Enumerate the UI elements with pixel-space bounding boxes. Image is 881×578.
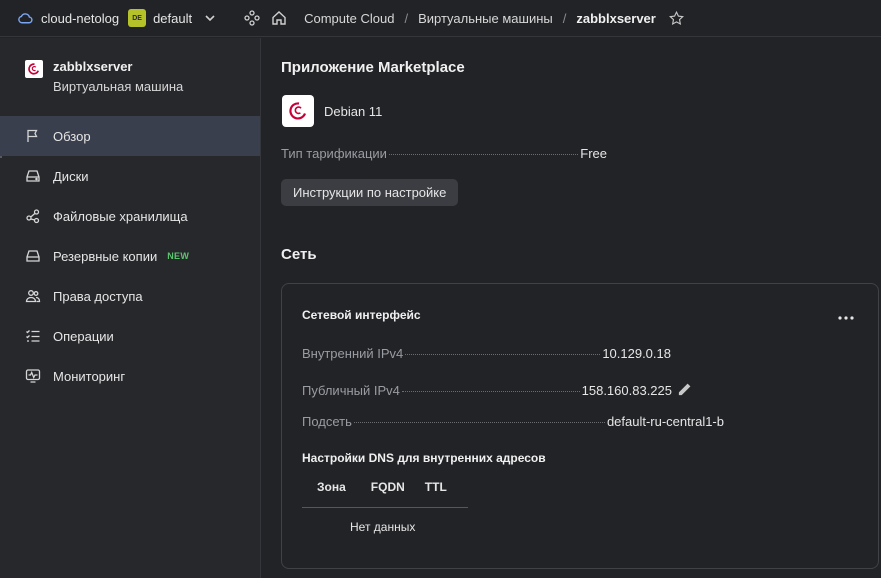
- more-dots-icon: [838, 316, 854, 320]
- network-section-title: Сеть: [281, 246, 317, 263]
- dns-table-header: Зона FQDN TTL: [302, 480, 468, 508]
- public-ip-label: Публичный IPv4: [302, 383, 400, 398]
- breadcrumb-compute-cloud[interactable]: Compute Cloud: [304, 11, 394, 26]
- subnet-link[interactable]: default-ru-central1-b: [607, 414, 724, 429]
- sidebar-item-monitoring[interactable]: Мониторинг: [0, 356, 260, 396]
- sidebar-item-operations[interactable]: Операции: [0, 316, 260, 356]
- sidebar-item-label: Файловые хранилища: [53, 208, 188, 224]
- column-fqdn: FQDN: [370, 480, 405, 494]
- debian-logo-icon: [25, 60, 43, 78]
- top-bar: cloud-netolog DE default Compute Cloud /…: [0, 0, 881, 37]
- internal-ip-label: Внутренний IPv4: [302, 346, 404, 361]
- list-check-icon: [26, 330, 40, 342]
- vm-header: zabblxserver Виртуальная машина: [0, 38, 260, 116]
- folder-badge: DE: [128, 9, 147, 27]
- app-name: Debian 11: [324, 103, 383, 119]
- more-actions-button[interactable]: [836, 308, 856, 328]
- sidebar-item-disks[interactable]: Диски: [0, 156, 260, 196]
- flag-icon: [27, 129, 38, 142]
- home-icon[interactable]: [271, 10, 287, 26]
- cloud-icon: [18, 12, 33, 23]
- public-ip-row: Публичный IPv4 158.160.83.225: [302, 380, 692, 398]
- monitor-icon: [25, 369, 41, 383]
- public-ip-value[interactable]: 158.160.83.225: [582, 383, 672, 398]
- breadcrumb-separator: /: [562, 10, 567, 26]
- subnet-label: Подсеть: [302, 414, 352, 429]
- sidebar-item-label: Диски: [53, 168, 89, 184]
- dotted-leader: [353, 422, 605, 423]
- disk-icon: [26, 170, 40, 182]
- internal-ip-value[interactable]: 10.129.0.18: [602, 346, 671, 361]
- column-ttl: TTL: [424, 480, 447, 494]
- backup-icon: [26, 250, 40, 262]
- breadcrumb-current: zabblxserver: [576, 10, 656, 26]
- share-icon: [26, 209, 40, 224]
- pricing-label: Тип тарификации: [281, 146, 387, 161]
- debian-logo-icon: [282, 95, 314, 127]
- star-icon[interactable]: [668, 10, 685, 27]
- dns-settings-title: Настройки DNS для внутренних адресов: [302, 451, 546, 465]
- sidebar-item-label: Мониторинг: [53, 368, 126, 384]
- sidebar-item-file-storage[interactable]: Файловые хранилища: [0, 196, 260, 236]
- sidebar-item-access-rights[interactable]: Права доступа: [0, 276, 260, 316]
- breadcrumb-vms[interactable]: Виртуальные машины: [418, 11, 553, 26]
- users-icon: [25, 290, 41, 303]
- sidebar-item-label: Обзор: [53, 128, 91, 144]
- new-badge: NEW: [167, 251, 190, 261]
- sidebar-item-backups[interactable]: Резервные копии NEW: [0, 236, 260, 276]
- sidebar: zabblxserver Виртуальная машина Обзор Ди…: [0, 38, 261, 578]
- vm-name: zabblxserver: [53, 59, 133, 74]
- internal-ip-row: Внутренний IPv4 10.129.0.18: [302, 346, 671, 361]
- pricing-value: Free: [580, 146, 607, 161]
- main-content: Приложение Marketplace Debian 11 Тип тар…: [262, 38, 881, 578]
- dotted-leader: [401, 391, 580, 392]
- column-zone: Зона: [317, 480, 346, 494]
- marketplace-app: Debian 11: [282, 95, 382, 127]
- breadcrumb-separator: /: [404, 10, 409, 26]
- card-title: Сетевой интерфейс: [302, 308, 421, 322]
- marketplace-section-title: Приложение Marketplace: [281, 59, 465, 76]
- network-interface-card: Сетевой интерфейс Внутренний IPv4 10.129…: [281, 283, 879, 569]
- services-icon[interactable]: [244, 10, 260, 26]
- vm-type: Виртуальная машина: [53, 79, 184, 94]
- dotted-leader: [405, 354, 601, 355]
- sidebar-item-label: Операции: [53, 328, 114, 344]
- chevron-down-icon[interactable]: [204, 12, 216, 24]
- subnet-row: Подсеть default-ru-central1-b: [302, 414, 724, 429]
- sidebar-item-label: Права доступа: [53, 288, 143, 304]
- folder-name: default: [153, 10, 193, 26]
- cloud-selector[interactable]: cloud-netolog DE default: [0, 0, 244, 37]
- sidebar-item-overview[interactable]: Обзор: [0, 116, 260, 156]
- pencil-icon[interactable]: [677, 382, 692, 397]
- sidebar-item-label: Резервные копии: [53, 248, 158, 264]
- pricing-row: Тип тарификации Free: [281, 146, 607, 161]
- empty-table-message: Нет данных: [350, 520, 416, 534]
- cloud-name: cloud-netolog: [41, 10, 120, 26]
- dotted-leader: [388, 154, 579, 155]
- instructions-button[interactable]: Инструкции по настройке: [281, 179, 459, 206]
